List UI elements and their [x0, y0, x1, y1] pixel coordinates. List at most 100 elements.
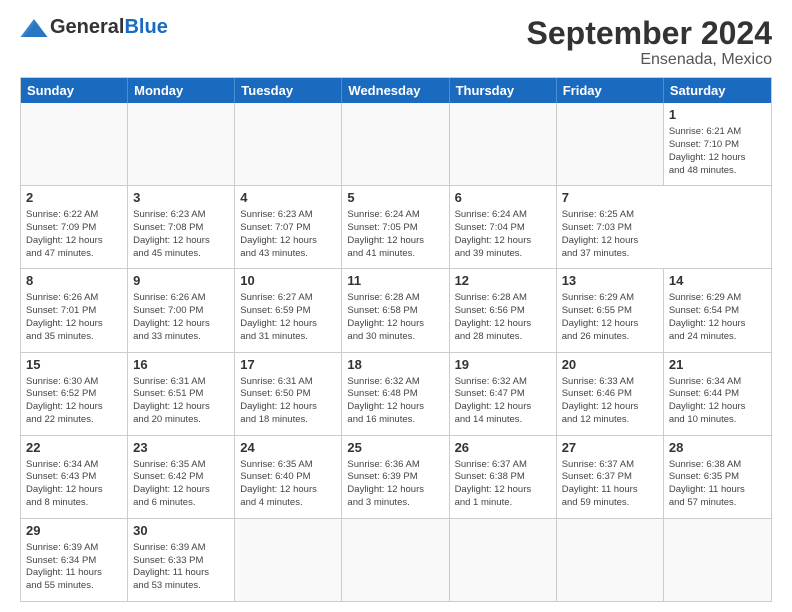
cal-cell-info: Sunrise: 6:31 AMSunset: 6:51 PMDaylight:…	[133, 376, 229, 427]
cal-cell-w1-d1	[21, 103, 128, 185]
cal-day-number: 29	[26, 523, 122, 540]
cal-cell-w3-d7: 14Sunrise: 6:29 AMSunset: 6:54 PMDayligh…	[664, 269, 771, 351]
cal-cell-info: Sunrise: 6:30 AMSunset: 6:52 PMDaylight:…	[26, 376, 122, 427]
cal-day-number: 2	[26, 190, 122, 207]
title-block: September 2024 Ensenada, Mexico	[527, 16, 772, 69]
cal-cell-w3-d6: 13 Sunrise: 6:29 AMSunset: 6:55 PMDayligh…	[557, 269, 664, 351]
cal-day-number: 19	[455, 357, 551, 374]
cal-cell-info: Sunrise: 6:28 AMSunset: 6:58 PMDaylight:…	[347, 292, 443, 343]
cal-cell-info: Sunrise: 6:29 AMSunset: 6:54 PMDaylight:…	[669, 292, 766, 343]
calendar-week-6: 29 Sunrise: 6:39 AMSunset: 6:34 PMDayligh…	[21, 518, 771, 601]
cal-cell-info: Sunrise: 6:27 AMSunset: 6:59 PMDaylight:…	[240, 292, 336, 343]
cal-day-number: 27	[562, 440, 658, 457]
cal-cell-w4-d4: 18 Sunrise: 6:32 AMSunset: 6:48 PMDayligh…	[342, 353, 449, 435]
cal-day-number: 18	[347, 357, 443, 374]
cal-cell-info: Sunrise: 6:34 AMSunset: 6:44 PMDaylight:…	[669, 376, 766, 427]
cal-cell-info: Sunrise: 6:37 AMSunset: 6:38 PMDaylight:…	[455, 459, 551, 510]
cal-cell-w5-d2: 23 Sunrise: 6:35 AMSunset: 6:42 PMDayligh…	[128, 436, 235, 518]
cal-cell-info: Sunrise: 6:33 AMSunset: 6:46 PMDaylight:…	[562, 376, 658, 427]
cal-cell-info: Sunrise: 6:26 AMSunset: 7:00 PMDaylight:…	[133, 292, 229, 343]
cal-cell-info: Sunrise: 6:26 AMSunset: 7:01 PMDaylight:…	[26, 292, 122, 343]
page: GeneralBlue September 2024 Ensenada, Mex…	[0, 0, 792, 612]
col-thursday: Thursday	[450, 78, 557, 103]
cal-cell-info: Sunrise: 6:36 AMSunset: 6:39 PMDaylight:…	[347, 459, 443, 510]
cal-cell-w6-d4	[342, 519, 449, 601]
cal-day-number: 10	[240, 273, 336, 290]
cal-day-number: 24	[240, 440, 336, 457]
cal-cell-info: Sunrise: 6:38 AMSunset: 6:35 PMDaylight:…	[669, 459, 766, 510]
cal-cell-info: Sunrise: 6:37 AMSunset: 6:37 PMDaylight:…	[562, 459, 658, 510]
col-saturday: Saturday	[664, 78, 771, 103]
cal-cell-info: Sunrise: 6:21 AMSunset: 7:10 PMDaylight:…	[669, 126, 766, 177]
cal-day-number: 8	[26, 273, 122, 290]
cal-day-number: 5	[347, 190, 443, 207]
cal-cell-w6-d1: 29 Sunrise: 6:39 AMSunset: 6:34 PMDayligh…	[21, 519, 128, 601]
cal-cell-info: Sunrise: 6:23 AMSunset: 7:08 PMDaylight:…	[133, 209, 229, 260]
logo-blue: Blue	[124, 16, 167, 38]
cal-cell-w2-d4: 5 Sunrise: 6:24 AMSunset: 7:05 PMDaylight…	[342, 186, 449, 268]
page-subtitle: Ensenada, Mexico	[527, 51, 772, 69]
calendar-week-3: 8 Sunrise: 6:26 AMSunset: 7:01 PMDaylight…	[21, 268, 771, 351]
cal-cell-w2-d3: 4Sunrise: 6:23 AMSunset: 7:07 PMDaylight…	[235, 186, 342, 268]
cal-day-number: 20	[562, 357, 658, 374]
cal-day-number: 15	[26, 357, 122, 374]
cal-cell-info: Sunrise: 6:24 AMSunset: 7:04 PMDaylight:…	[455, 209, 551, 260]
cal-cell-info: Sunrise: 6:31 AMSunset: 6:50 PMDaylight:…	[240, 376, 336, 427]
cal-cell-w5-d6: 27 Sunrise: 6:37 AMSunset: 6:37 PMDayligh…	[557, 436, 664, 518]
calendar-header: Sunday Monday Tuesday Wednesday Thursday…	[21, 78, 771, 103]
cal-cell-info: Sunrise: 6:34 AMSunset: 6:43 PMDaylight:…	[26, 459, 122, 510]
cal-cell-info: Sunrise: 6:22 AMSunset: 7:09 PMDaylight:…	[26, 209, 122, 260]
cal-cell-w1-d4	[342, 103, 449, 185]
cal-cell-w2-d6: 7Sunrise: 6:25 AMSunset: 7:03 PMDaylight…	[557, 186, 664, 268]
cal-cell-info: Sunrise: 6:25 AMSunset: 7:03 PMDaylight:…	[562, 209, 659, 260]
cal-day-number: 22	[26, 440, 122, 457]
cal-day-number: 23	[133, 440, 229, 457]
cal-cell-w4-d1: 15 Sunrise: 6:30 AMSunset: 6:52 PMDayligh…	[21, 353, 128, 435]
calendar-week-5: 22 Sunrise: 6:34 AMSunset: 6:43 PMDayligh…	[21, 435, 771, 518]
cal-cell-w4-d5: 19 Sunrise: 6:32 AMSunset: 6:47 PMDayligh…	[450, 353, 557, 435]
cal-cell-w3-d3: 10 Sunrise: 6:27 AMSunset: 6:59 PMDayligh…	[235, 269, 342, 351]
cal-cell-info: Sunrise: 6:32 AMSunset: 6:48 PMDaylight:…	[347, 376, 443, 427]
calendar-week-4: 15 Sunrise: 6:30 AMSunset: 6:52 PMDayligh…	[21, 352, 771, 435]
cal-cell-w4-d6: 20 Sunrise: 6:33 AMSunset: 6:46 PMDayligh…	[557, 353, 664, 435]
calendar-week-1: 1Sunrise: 6:21 AMSunset: 7:10 PMDaylight…	[21, 103, 771, 185]
cal-cell-w6-d5	[450, 519, 557, 601]
cal-cell-info: Sunrise: 6:35 AMSunset: 6:40 PMDaylight:…	[240, 459, 336, 510]
cal-cell-info: Sunrise: 6:23 AMSunset: 7:07 PMDaylight:…	[240, 209, 336, 260]
cal-cell-w6-d3	[235, 519, 342, 601]
cal-cell-w5-d7: 28Sunrise: 6:38 AMSunset: 6:35 PMDayligh…	[664, 436, 771, 518]
col-wednesday: Wednesday	[342, 78, 449, 103]
cal-cell-w2-d5: 6 Sunrise: 6:24 AMSunset: 7:04 PMDaylight…	[450, 186, 557, 268]
cal-cell-info: Sunrise: 6:35 AMSunset: 6:42 PMDaylight:…	[133, 459, 229, 510]
cal-cell-w1-d7: 1Sunrise: 6:21 AMSunset: 7:10 PMDaylight…	[664, 103, 771, 185]
cal-cell-w1-d6	[557, 103, 664, 185]
cal-day-number: 13	[562, 273, 658, 290]
cal-cell-info: Sunrise: 6:28 AMSunset: 6:56 PMDaylight:…	[455, 292, 551, 343]
cal-cell-w3-d1: 8 Sunrise: 6:26 AMSunset: 7:01 PMDaylight…	[21, 269, 128, 351]
cal-cell-w6-d2: 30Sunrise: 6:39 AMSunset: 6:33 PMDayligh…	[128, 519, 235, 601]
cal-day-number: 21	[669, 357, 766, 374]
cal-cell-info: Sunrise: 6:32 AMSunset: 6:47 PMDaylight:…	[455, 376, 551, 427]
logo-general: General	[50, 16, 124, 38]
cal-cell-w4-d2: 16Sunrise: 6:31 AMSunset: 6:51 PMDayligh…	[128, 353, 235, 435]
cal-cell-w5-d1: 22 Sunrise: 6:34 AMSunset: 6:43 PMDayligh…	[21, 436, 128, 518]
col-friday: Friday	[557, 78, 664, 103]
cal-day-number: 9	[133, 273, 229, 290]
cal-day-number: 11	[347, 273, 443, 290]
cal-cell-w6-d6	[557, 519, 664, 601]
logo-icon	[20, 19, 48, 37]
cal-cell-info: Sunrise: 6:29 AMSunset: 6:55 PMDaylight:…	[562, 292, 658, 343]
cal-day-number: 25	[347, 440, 443, 457]
cal-cell-info: Sunrise: 6:24 AMSunset: 7:05 PMDaylight:…	[347, 209, 443, 260]
cal-cell-w2-d2: 3Sunrise: 6:23 AMSunset: 7:08 PMDaylight…	[128, 186, 235, 268]
col-monday: Monday	[128, 78, 235, 103]
cal-cell-w1-d3	[235, 103, 342, 185]
calendar-week-2: 2 Sunrise: 6:22 AMSunset: 7:09 PMDaylight…	[21, 185, 771, 268]
cal-cell-info: Sunrise: 6:39 AMSunset: 6:33 PMDaylight:…	[133, 542, 229, 593]
cal-cell-w5-d5: 26Sunrise: 6:37 AMSunset: 6:38 PMDayligh…	[450, 436, 557, 518]
cal-day-number: 6	[455, 190, 551, 207]
cal-cell-w3-d2: 9 Sunrise: 6:26 AMSunset: 7:00 PMDaylight…	[128, 269, 235, 351]
cal-cell-w5-d4: 25 Sunrise: 6:36 AMSunset: 6:39 PMDayligh…	[342, 436, 449, 518]
cal-cell-info: Sunrise: 6:39 AMSunset: 6:34 PMDaylight:…	[26, 542, 122, 593]
page-title: September 2024	[527, 16, 772, 51]
